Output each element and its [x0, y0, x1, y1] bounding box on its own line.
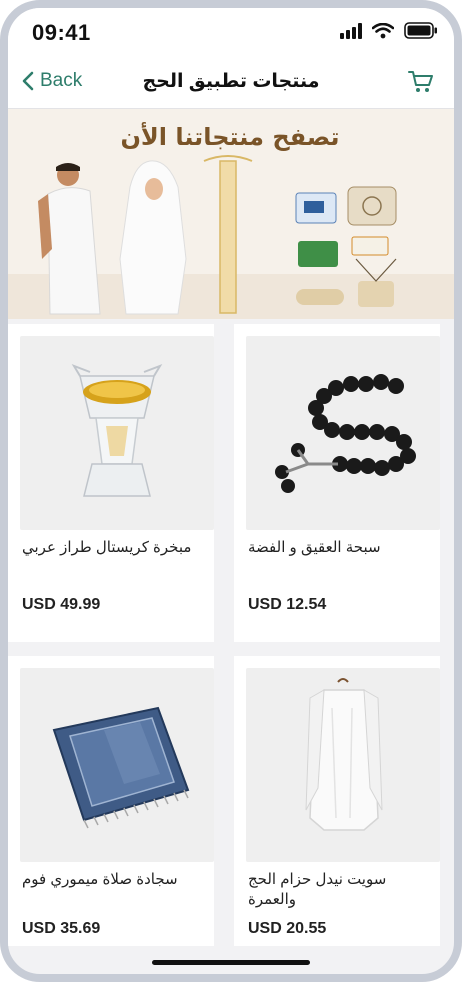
product-price: USD 12.54 [248, 596, 327, 613]
prayer-rug-icon [52, 706, 190, 829]
cart-button[interactable] [408, 70, 434, 99]
status-time: 09:41 [32, 20, 91, 45]
promo-banner[interactable]: تصفح منتجاتنا الأن [8, 109, 454, 319]
product-name: مبخرة كريستال طراز عربي [22, 539, 192, 556]
battery-icon [404, 22, 437, 39]
ihram-cloth-icon [305, 678, 383, 831]
product-price: USD 49.99 [22, 596, 101, 613]
product-price: USD 35.69 [22, 920, 101, 937]
product-card[interactable]: سجادة صلاة ميموري فوم USD 35.69 [8, 656, 214, 946]
product-image[interactable] [246, 668, 440, 862]
status-icons [340, 22, 438, 39]
prayer-beads-icon [275, 374, 416, 493]
product-card[interactable]: مبخرة كريستال طراز عربي USD 49.99 [8, 324, 214, 642]
wifi-icon [372, 22, 394, 38]
home-indicator[interactable] [152, 960, 310, 965]
status-bar: 09:41 [8, 8, 454, 58]
cart-icon [408, 71, 433, 92]
product-card[interactable]: سبحة العقيق و الفضة USD 12.54 [234, 324, 440, 642]
product-name: سجادة صلاة ميموري فوم [22, 871, 178, 888]
product-card[interactable]: سويت نيدل حزام الحج والعمرة USD 20.55 [234, 656, 440, 946]
banner-artwork: تصفح منتجاتنا الأن [8, 109, 454, 319]
product-image[interactable] [20, 336, 214, 530]
crystal-incense-burner-icon [71, 364, 163, 497]
banner-headline: تصفح منتجاتنا الأن [120, 122, 339, 151]
navigation-bar: Back منتجات تطبيق الحج [8, 58, 454, 109]
phone-frame: 09:41 Back منتجات تطبيق الحج تصفح منتجات… [0, 0, 462, 982]
product-name: سبحة العقيق و الفضة [248, 539, 381, 556]
product-image[interactable] [20, 668, 214, 862]
signal-icon [340, 22, 362, 39]
page-title: منتجات تطبيق الحج [142, 71, 320, 92]
product-image[interactable] [246, 336, 440, 530]
product-name: سويت نيدل حزام الحج والعمرة [248, 871, 387, 908]
product-price: USD 20.55 [248, 920, 327, 937]
